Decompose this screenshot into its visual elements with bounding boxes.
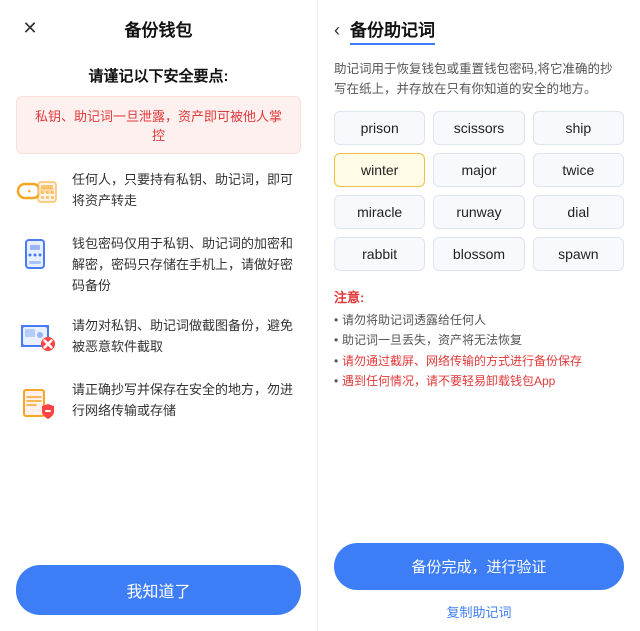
right-title: 备份助记词 — [350, 16, 435, 45]
right-panel: ‹ 备份助记词 助记词用于恢复钱包或重置钱包密码,将它准确的抄写在纸上，并存放在… — [318, 0, 640, 631]
right-description: 助记词用于恢复钱包或重置钱包密码,将它准确的抄写在纸上，并存放在只有你知道的安全… — [318, 55, 640, 111]
mnemonic-word-dial: dial — [533, 195, 624, 229]
security-list: 任何人，只要持有私钥、助记词，即可将资产转走 钱包密码仅用于私钥、助记词的加密和… — [0, 170, 317, 549]
mnemonic-grid: prisonscissors ship wintermajor twice miracl… — [318, 111, 640, 283]
mnemonic-word-prison: prison — [334, 111, 425, 145]
safe-storage-icon — [16, 380, 60, 424]
screenshot-warning-icon — [16, 316, 60, 360]
left-header: ✕ 备份钱包 — [0, 0, 317, 57]
mnemonic-word-blossom: blossom — [433, 237, 524, 271]
mnemonic-word-winter: winter — [334, 153, 425, 187]
note-item: 请勿通过截屏、网络传输的方式进行备份保存 — [334, 351, 624, 371]
left-subtitle: 请谨记以下安全要点: — [0, 57, 317, 96]
mnemonic-word-twice: twice — [533, 153, 624, 187]
mnemonic-word-miracle: miracle — [334, 195, 425, 229]
security-text-4: 请正确抄写并保存在安全的地方，勿进行网络传输或存储 — [72, 380, 301, 422]
mnemonic-word-major: major — [433, 153, 524, 187]
notes-title: 注意: — [334, 287, 624, 306]
security-item-2: 钱包密码仅用于私钥、助记词的加密和解密，密码只存储在手机上，请做好密码备份 — [16, 234, 301, 296]
left-bottom: 我知道了 — [0, 549, 317, 631]
note-item: 请勿将助记词透露给任何人 — [334, 310, 624, 330]
security-text-1: 任何人，只要持有私钥、助记词，即可将资产转走 — [72, 170, 301, 212]
security-item-1: 任何人，只要持有私钥、助记词，即可将资产转走 — [16, 170, 301, 214]
acknowledge-button[interactable]: 我知道了 — [16, 565, 301, 615]
right-notes: 注意: 请勿将助记词透露给任何人助记词一旦丢失，资产将无法恢复请勿通过截屏、网络… — [318, 283, 640, 402]
left-panel: ✕ 备份钱包 请谨记以下安全要点: 私钥、助记词一旦泄露，资产即可被他人掌控 — [0, 0, 318, 631]
back-button[interactable]: ‹ — [334, 20, 340, 41]
right-header: ‹ 备份助记词 — [318, 0, 640, 55]
key-icon — [16, 170, 60, 214]
mnemonic-word-rabbit: rabbit — [334, 237, 425, 271]
close-button[interactable]: ✕ — [16, 15, 44, 43]
warning-banner: 私钥、助记词一旦泄露，资产即可被他人掌控 — [16, 96, 301, 154]
copy-mnemonic-button[interactable]: 复制助记词 — [334, 598, 624, 625]
right-bottom: 备份完成，进行验证 复制助记词 — [318, 533, 640, 631]
security-text-3: 请勿对私钥、助记词做截图备份，避免被恶意软件截取 — [72, 316, 301, 358]
mnemonic-word-ship: ship — [533, 111, 624, 145]
verify-button[interactable]: 备份完成，进行验证 — [334, 543, 624, 590]
security-item-3: 请勿对私钥、助记词做截图备份，避免被恶意软件截取 — [16, 316, 301, 360]
left-title: 备份钱包 — [125, 16, 193, 41]
security-item-4: 请正确抄写并保存在安全的地方，勿进行网络传输或存储 — [16, 380, 301, 424]
mnemonic-word-scissors: scissors — [433, 111, 524, 145]
note-item: 遇到任何情况，请不要轻易卸载钱包App — [334, 371, 624, 391]
note-item: 助记词一旦丢失，资产将无法恢复 — [334, 330, 624, 350]
mnemonic-word-spawn: spawn — [533, 237, 624, 271]
phone-password-icon — [16, 234, 60, 278]
security-text-2: 钱包密码仅用于私钥、助记词的加密和解密，密码只存储在手机上，请做好密码备份 — [72, 234, 301, 296]
mnemonic-word-runway: runway — [433, 195, 524, 229]
